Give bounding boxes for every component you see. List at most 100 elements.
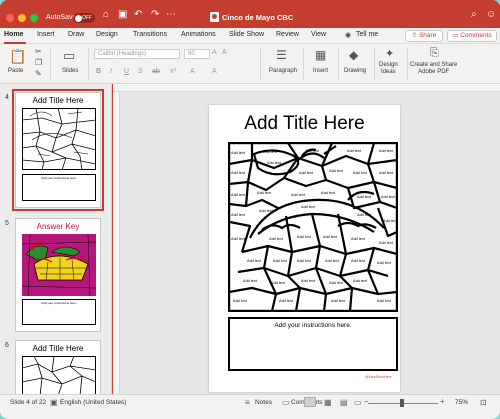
instructions-box[interactable]: Add your instructions here. xyxy=(228,317,398,371)
language-indicator[interactable]: English (United States) xyxy=(60,399,126,406)
cell-label: Add text xyxy=(231,193,246,197)
cell-label: Add text xyxy=(297,235,312,239)
account-icon[interactable]: ☺ xyxy=(486,9,496,21)
cell-label: Add text xyxy=(383,219,398,223)
redo-icon[interactable]: ↷ xyxy=(151,9,159,21)
cell-label: Add text xyxy=(231,213,246,217)
cut-icon[interactable]: ✂ xyxy=(35,47,42,56)
zoom-slider-thumb[interactable] xyxy=(400,399,404,407)
cell-label: Add text xyxy=(291,193,306,197)
cell-label: Add text xyxy=(379,241,394,245)
zoom-window-button[interactable] xyxy=(30,14,38,22)
tab-review[interactable]: Review xyxy=(276,31,299,38)
normal-view-button[interactable] xyxy=(304,397,316,407)
design-ideas-icon[interactable]: ✦ xyxy=(385,47,394,60)
reading-view-icon[interactable]: ▤ xyxy=(340,398,348,407)
bold-button[interactable]: B xyxy=(96,68,101,75)
format-painter-icon[interactable]: ✎ xyxy=(35,69,42,78)
cell-label: Add text xyxy=(381,195,396,199)
close-window-button[interactable] xyxy=(6,14,14,22)
font-name-field[interactable]: Calibri (Headings) xyxy=(94,49,180,59)
slide-editing-area[interactable]: Add Title Here Add text Add text Add tex… xyxy=(113,84,500,394)
superscript-button[interactable]: x² xyxy=(170,68,176,75)
slide-title[interactable]: Add Title Here xyxy=(209,113,400,135)
tab-home[interactable]: Home xyxy=(4,31,23,38)
cell-label: Add text xyxy=(231,151,246,155)
vertical-ruler xyxy=(113,92,120,394)
shadow-button[interactable]: S xyxy=(138,68,143,75)
increase-font-icon[interactable]: A xyxy=(212,49,217,56)
drawing-icon[interactable]: ◆ xyxy=(349,48,358,62)
zoom-out-icon[interactable]: − xyxy=(364,397,369,406)
slide-thumbnail-pane[interactable]: 4 Add Title Here Add your instructions h… xyxy=(0,84,112,400)
underline-button[interactable]: U xyxy=(124,68,129,75)
cell-label: Add text xyxy=(331,299,346,303)
new-slide-icon[interactable]: ▭ xyxy=(63,48,75,64)
cell-label: Add text xyxy=(271,281,286,285)
store-brand-mark: @YourStoreHere xyxy=(365,375,392,379)
copy-icon[interactable]: ❐ xyxy=(35,58,42,67)
proofing-icon[interactable]: ▣ xyxy=(50,398,58,407)
notes-button[interactable]: Notes xyxy=(255,399,272,406)
instructions-text[interactable]: Add your instructions here. xyxy=(230,322,396,329)
minimize-window-button[interactable] xyxy=(18,14,26,22)
adobe-pdf-icon[interactable]: ⎘ xyxy=(430,47,439,60)
cell-label: Add text xyxy=(377,299,392,303)
strikethrough-button[interactable]: ab xyxy=(152,68,160,75)
font-size-field[interactable]: 60 xyxy=(184,49,210,59)
tab-transitions[interactable]: Transitions xyxy=(133,31,167,38)
fit-to-window-icon[interactable]: ⊡ xyxy=(480,398,487,407)
insert-label: Insert xyxy=(313,68,329,74)
paragraph-label: Paragraph xyxy=(269,68,298,74)
slide-sorter-icon[interactable]: ▦ xyxy=(324,398,332,407)
comment-icon: ▭ xyxy=(282,398,290,407)
cell-label: Add text xyxy=(267,161,282,165)
cell-label: Add text xyxy=(269,237,284,241)
italic-button[interactable]: I xyxy=(110,68,112,75)
cell-label: Add text xyxy=(351,237,366,241)
cell-label: Add text xyxy=(347,149,362,153)
search-icon[interactable]: ⌕ xyxy=(471,9,477,21)
current-slide[interactable]: Add Title Here Add text Add text Add tex… xyxy=(209,105,400,392)
mosaic-coloring-image[interactable]: Add text Add text Add text Add text Add … xyxy=(228,142,398,312)
home-icon[interactable]: ⌂ xyxy=(103,9,109,21)
tab-animations[interactable]: Animations xyxy=(181,31,216,38)
tell-me-search[interactable]: Tell me xyxy=(356,31,378,38)
document-icon xyxy=(210,12,219,22)
thumbnail-slide-4[interactable]: Add Title Here Add your instructions her… xyxy=(12,89,104,211)
cell-label: Add text xyxy=(353,171,368,175)
comments-button[interactable]: ▭ Comments xyxy=(447,30,497,42)
paste-icon[interactable]: 📋 xyxy=(9,48,26,65)
more-icon[interactable]: ⋯ xyxy=(166,9,176,21)
tab-view[interactable]: View xyxy=(311,31,326,38)
thumbnail-title: Add Title Here xyxy=(32,344,84,353)
autosave-label: AutoSave xyxy=(46,14,77,21)
font-color-button[interactable]: A xyxy=(190,68,195,75)
powerpoint-window: AutoSave OFF ⌂ ▣ ↶ ↷ ⋯ Cinco de Mayo CBC… xyxy=(0,0,500,419)
decrease-font-icon[interactable]: A xyxy=(222,49,227,56)
undo-icon[interactable]: ↶ xyxy=(134,9,142,21)
tab-design[interactable]: Design xyxy=(96,31,118,38)
cell-label: Add text xyxy=(301,279,316,283)
insert-icon[interactable]: ▦ xyxy=(315,48,326,62)
zoom-in-icon[interactable]: + xyxy=(440,397,445,406)
thumbnail-instructions: Add your instructions here. xyxy=(41,176,77,180)
thumbnail-slide-5[interactable]: Answer Key Add your instructions here. xyxy=(15,218,101,332)
cell-label: Add text xyxy=(259,209,274,213)
share-button[interactable]: ⇧ Share xyxy=(405,30,443,42)
tab-draw[interactable]: Draw xyxy=(68,31,84,38)
title-bar: AutoSave OFF ⌂ ▣ ↶ ↷ ⋯ Cinco de Mayo CBC… xyxy=(0,0,500,28)
paragraph-icon[interactable]: ☰ xyxy=(276,48,287,62)
zoom-level[interactable]: 75% xyxy=(455,399,468,406)
cell-label: Add text xyxy=(321,191,336,195)
save-icon[interactable]: ▣ xyxy=(118,9,127,21)
cell-label: Add text xyxy=(353,279,368,283)
tab-slide-show[interactable]: Slide Show xyxy=(229,31,264,38)
cell-label: Add text xyxy=(357,195,372,199)
slideshow-icon[interactable]: ▭ xyxy=(354,398,362,407)
highlight-button[interactable]: A xyxy=(212,68,217,75)
cell-label: Add text xyxy=(379,149,394,153)
tab-insert[interactable]: Insert xyxy=(37,31,55,38)
autosave-toggle[interactable]: OFF xyxy=(73,13,95,23)
thumbnail-slide-6[interactable]: Add Title Here xyxy=(15,340,101,400)
